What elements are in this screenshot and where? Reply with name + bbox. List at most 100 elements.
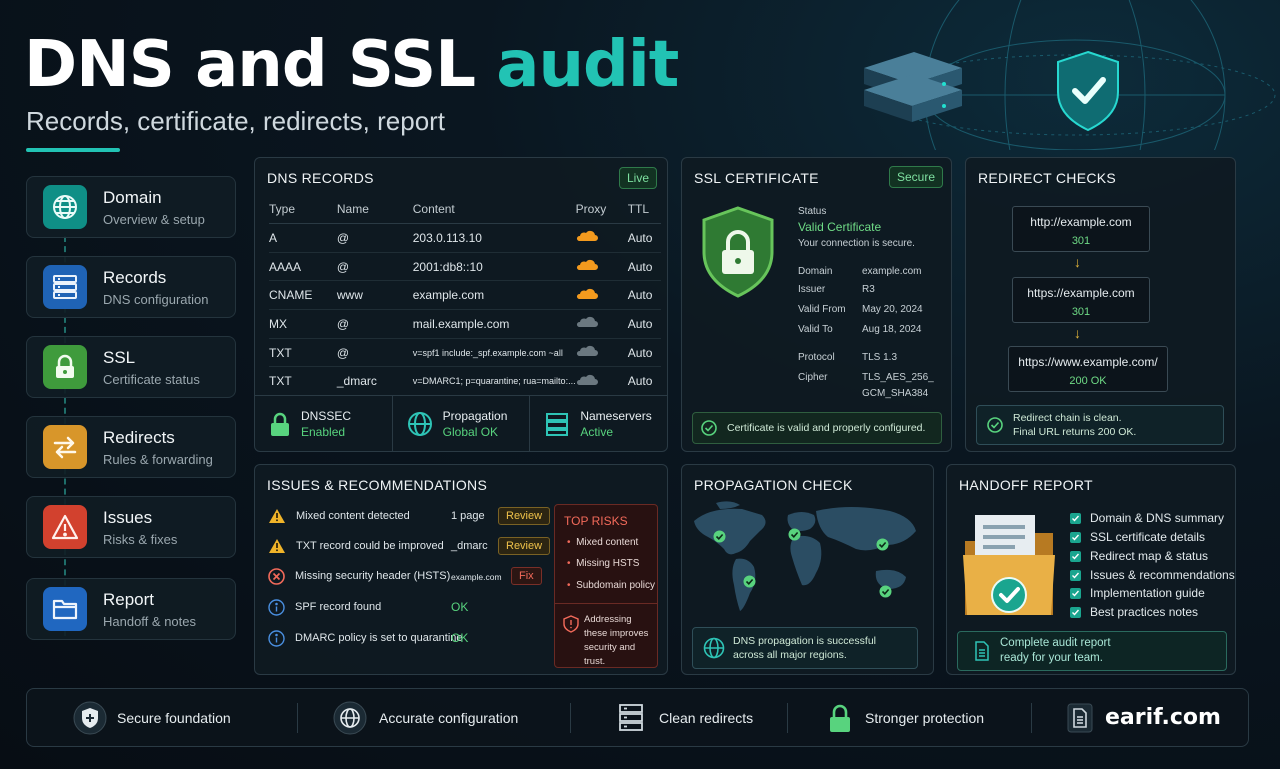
redirect-step[interactable]: http://example.com 301: [1012, 206, 1150, 252]
close-circle-icon: [268, 567, 285, 585]
benefit-item: Clean redirects: [617, 689, 753, 746]
propagation-status: Propagation Global OK: [393, 396, 531, 451]
brand-item: earif.com: [1067, 689, 1221, 746]
nav-item-domain[interactable]: Domain Overview & setup: [26, 176, 236, 238]
nav-label: Records: [103, 267, 167, 287]
cell-name: @: [336, 309, 413, 339]
globe-icon: [703, 637, 725, 659]
field-key: Valid From: [798, 304, 846, 315]
checklist-label: Best practices notes: [1090, 605, 1199, 619]
warning-icon: [269, 509, 285, 523]
risk-label: Subdomain policy: [576, 580, 656, 591]
note-line: across all major regions.: [733, 649, 847, 661]
risk-label: Missing HSTS: [576, 558, 640, 569]
field-key: Protocol: [798, 352, 835, 363]
info-icon: [268, 629, 285, 647]
status-label: Status: [798, 206, 827, 217]
cloud-proxied-icon[interactable]: [576, 230, 598, 242]
server-icon: [546, 412, 569, 436]
issue-detail: _dmarc: [451, 540, 488, 552]
checkbox-checked-icon: [1070, 512, 1081, 524]
cloud-dns-only-icon[interactable]: [576, 345, 598, 357]
issue-row[interactable]: DMARC policy is set to quarantine: [268, 626, 548, 650]
fix-button[interactable]: Fix: [511, 567, 542, 585]
report-checklist-item[interactable]: Best practices notes: [1070, 605, 1198, 619]
panel-title: PROPAGATION CHECK: [694, 477, 853, 493]
redirect-step[interactable]: https://www.example.com/ 200 OK: [1008, 346, 1168, 392]
nav-item-ssl[interactable]: SSL Certificate status: [26, 336, 236, 398]
table-row[interactable]: MX @ mail.example.com Auto: [269, 309, 661, 339]
swap-arrows-icon: [43, 425, 87, 469]
benefit-item: Stronger protection: [827, 689, 984, 746]
benefits-footer: Secure foundation Accurate configuration…: [26, 688, 1249, 747]
checklist-label: Issues & recommendations: [1090, 568, 1235, 582]
table-row[interactable]: CNAME www example.com Auto: [269, 280, 661, 311]
risk-item: • Missing HSTS: [567, 558, 640, 569]
panel-title: SSL CERTIFICATE: [694, 170, 819, 186]
redirect-code: 301: [1071, 306, 1091, 318]
dns-records-panel: DNS RECORDS Live Type Name Content Proxy…: [254, 157, 668, 452]
note-line: Redirect chain is clean.: [1013, 412, 1122, 424]
nav-item-report[interactable]: Report Handoff & notes: [26, 578, 236, 640]
issue-row[interactable]: Missing security header (HSTS): [268, 564, 548, 588]
nav-label: Report: [103, 589, 155, 609]
cloud-proxied-icon[interactable]: [576, 259, 598, 271]
cloud-dns-only-icon[interactable]: [576, 316, 598, 328]
divider: [787, 703, 788, 733]
col-header: Name: [336, 202, 413, 224]
review-button[interactable]: Review: [498, 537, 551, 555]
nav-item-records[interactable]: Records DNS configuration: [26, 256, 236, 318]
warning-icon: [43, 505, 87, 549]
cell-ttl: Auto: [627, 338, 661, 368]
cell-name: _dmarc: [336, 366, 413, 397]
redirect-code: 200 OK: [1069, 375, 1107, 387]
redirect-step[interactable]: https://example.com 301: [1012, 277, 1150, 323]
issue-name: Missing security header (HSTS): [295, 570, 451, 582]
cell-content: v=spf1 include:_spf.example.com ~all: [412, 338, 576, 368]
arrow-down-icon: ↓: [1074, 325, 1081, 341]
nameservers-status: Nameservers Active: [530, 396, 667, 451]
brand-logo[interactable]: earif.com: [1105, 705, 1221, 730]
risk-item: • Mixed content: [567, 537, 639, 548]
page-title: DNS and SSL audit: [24, 28, 679, 102]
table-row[interactable]: A @203.0.113.10 Auto: [269, 223, 661, 253]
nav-label: SSL: [103, 347, 136, 367]
review-button[interactable]: Review: [498, 507, 551, 525]
cell-ttl: Auto: [627, 309, 661, 339]
issue-row[interactable]: SPF record found: [268, 595, 548, 619]
title-accent: audit: [496, 28, 679, 102]
divider: [1031, 703, 1032, 733]
redirect-url: https://www.example.com/: [1018, 355, 1158, 369]
field-value-cont: GCM_SHA384: [862, 388, 929, 399]
report-checklist-item[interactable]: Domain & DNS summary: [1070, 511, 1224, 525]
location-ok-icon: [743, 575, 756, 588]
cloud-dns-only-icon[interactable]: [576, 374, 598, 386]
ok-status: OK: [451, 631, 469, 645]
location-ok-icon: [876, 538, 889, 551]
folder-icon: [43, 587, 87, 631]
report-checklist-item[interactable]: Implementation guide: [1070, 586, 1205, 600]
note-line: Final URL returns 200 OK.: [1013, 426, 1137, 438]
cell-content: 203.0.113.10: [412, 223, 576, 253]
field-value: Aug 18, 2024: [862, 324, 922, 335]
location-ok-icon: [879, 585, 892, 598]
table-row[interactable]: TXT @ v=spf1 include:_spf.example.com ~all…: [269, 338, 661, 368]
report-checklist-item[interactable]: Issues & recommendations: [1070, 568, 1235, 582]
nav-item-redirects[interactable]: Redirects Rules & forwarding: [26, 416, 236, 478]
page-subtitle: Records, certificate, redirects, report: [26, 106, 446, 136]
redirect-url: http://example.com: [1030, 215, 1132, 229]
col-header: Type: [269, 202, 337, 224]
nav-item-issues[interactable]: Issues Risks & fixes: [26, 496, 236, 558]
table-row[interactable]: AAAA @2001:db8::10 Auto: [269, 252, 661, 282]
report-ready-note[interactable]: Complete audit report ready for your team…: [957, 631, 1227, 671]
redirect-url: https://example.com: [1027, 286, 1135, 300]
checkbox-checked-icon: [1070, 569, 1081, 581]
globe-icon: [407, 411, 432, 436]
report-checklist-item[interactable]: Redirect map & status: [1070, 549, 1208, 563]
table-row[interactable]: TXT _dmarc v=DMARC1; p=quarantine; rua=mai…: [269, 366, 661, 397]
cloud-proxied-icon[interactable]: [576, 288, 598, 300]
nav-sub: Risks & fixes: [103, 531, 178, 547]
benefit-item: Accurate configuration: [333, 689, 518, 746]
report-checklist-item[interactable]: SSL certificate details: [1070, 530, 1205, 544]
risk-label: Mixed content: [576, 537, 639, 548]
